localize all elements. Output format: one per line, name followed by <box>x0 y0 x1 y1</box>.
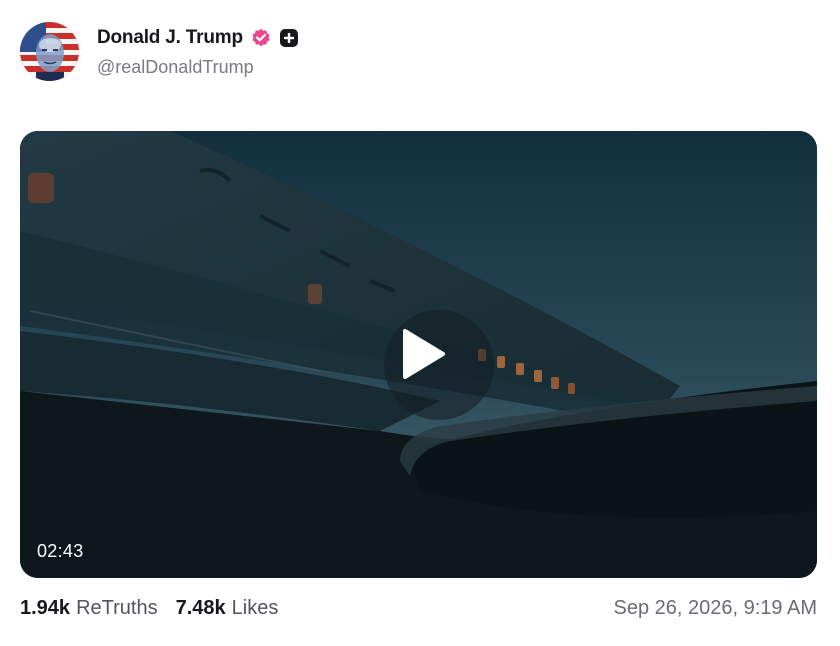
name-row: Donald J. Trump <box>97 25 299 51</box>
likes-count: 7.48k <box>175 596 226 619</box>
post-header: Donald J. Trump @realDonaldTrump <box>20 20 299 82</box>
author-block: Donald J. Trump @realDonaldTrump <box>97 25 299 78</box>
video-player[interactable]: 02:43 <box>20 131 817 578</box>
post-timestamp[interactable]: Sep 26, 2026, 9:19 AM <box>614 597 818 620</box>
play-icon[interactable] <box>401 328 447 380</box>
retruths-stat[interactable]: 1.94k ReTruths <box>20 597 158 620</box>
likes-stat[interactable]: 7.48k Likes <box>176 597 279 620</box>
video-duration: 02:43 <box>37 541 84 561</box>
verified-badge-icon <box>251 28 271 48</box>
author-handle[interactable]: @realDonaldTrump <box>97 57 299 78</box>
likes-label: Likes <box>231 596 279 619</box>
author-name[interactable]: Donald J. Trump <box>97 27 243 49</box>
avatar[interactable] <box>20 21 79 81</box>
post-footer: 1.94k ReTruths 7.48k Likes Sep 26, 2026,… <box>20 592 817 624</box>
plus-badge-icon <box>279 28 299 48</box>
retruths-count: 1.94k <box>20 596 71 619</box>
retruths-label: ReTruths <box>76 596 158 619</box>
